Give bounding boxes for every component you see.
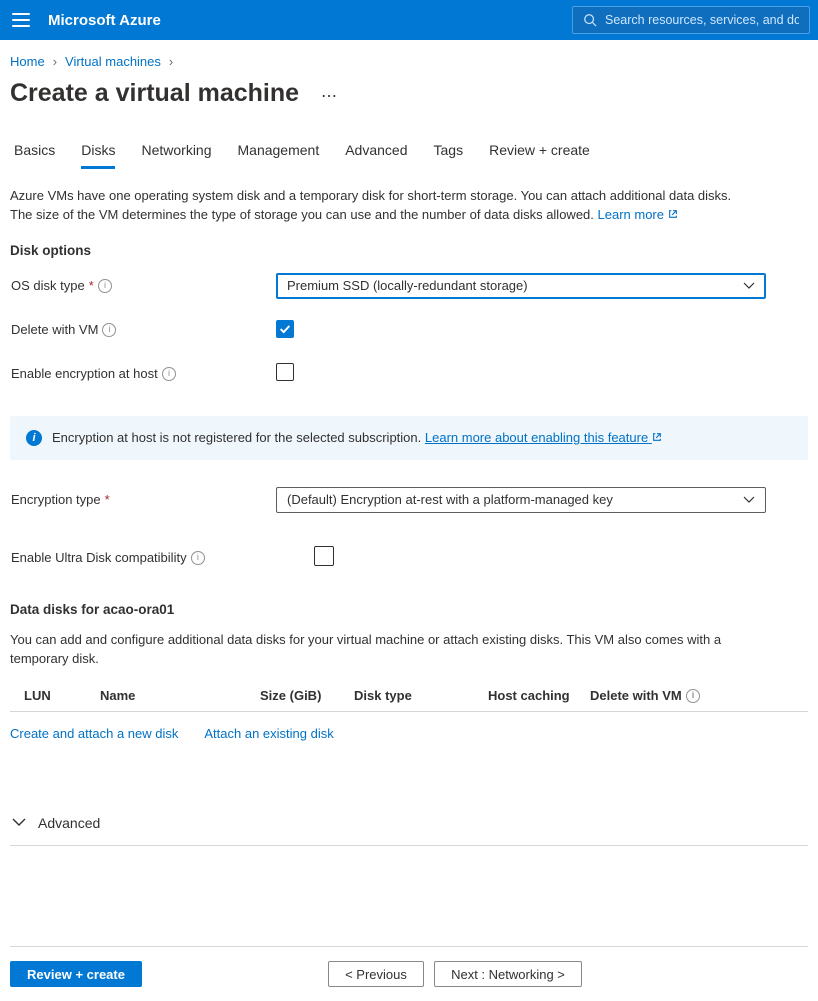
chevron-down-icon <box>12 818 26 828</box>
info-icon[interactable]: i <box>162 367 176 381</box>
wizard-footer: Review + create < Previous Next : Networ… <box>10 946 808 1001</box>
info-icon[interactable]: i <box>102 323 116 337</box>
os-disk-type-label: OS disk type * i <box>10 278 276 293</box>
learn-more-label: Learn more <box>598 207 664 222</box>
advanced-label: Advanced <box>38 815 100 831</box>
breadcrumb-home[interactable]: Home <box>10 54 45 69</box>
dropdown-value: Premium SSD (locally-redundant storage) <box>287 278 528 293</box>
breadcrumb-vms[interactable]: Virtual machines <box>65 54 161 69</box>
intro-learn-more-link[interactable]: Learn more <box>598 207 678 222</box>
tab-advanced[interactable]: Advanced <box>345 138 407 169</box>
more-actions-button[interactable]: ⋯ <box>321 83 338 105</box>
disk-actions: Create and attach a new disk Attach an e… <box>10 726 808 741</box>
intro-text: Azure VMs have one operating system disk… <box>10 187 750 225</box>
link-label: Learn more about enabling this feature <box>425 430 648 445</box>
external-link-icon <box>652 432 662 442</box>
col-delete: Delete with VM i <box>590 688 700 703</box>
info-icon[interactable]: i <box>191 551 205 565</box>
label-text: Delete with VM <box>590 688 682 703</box>
disk-options-heading: Disk options <box>10 243 808 258</box>
next-button[interactable]: Next : Networking > <box>434 961 582 987</box>
chevron-down-icon <box>743 496 755 504</box>
create-disk-link[interactable]: Create and attach a new disk <box>10 726 178 741</box>
data-disks-intro: You can add and configure additional dat… <box>10 631 750 669</box>
delete-with-vm-label: Delete with VM i <box>10 322 276 337</box>
chevron-right-icon: › <box>169 54 173 69</box>
tab-basics[interactable]: Basics <box>14 138 55 169</box>
brand-label: Microsoft Azure <box>48 12 161 29</box>
topbar: Microsoft Azure <box>0 0 818 40</box>
previous-button[interactable]: < Previous <box>328 961 424 987</box>
label-text: Encryption type <box>11 492 101 507</box>
tab-tags[interactable]: Tags <box>434 138 464 169</box>
label-text: Enable encryption at host <box>11 366 158 381</box>
ultra-disk-label: Enable Ultra Disk compatibility i <box>10 550 276 565</box>
info-icon[interactable]: i <box>98 279 112 293</box>
encryption-at-host-checkbox[interactable] <box>276 363 294 381</box>
delete-with-vm-checkbox[interactable] <box>276 320 294 338</box>
global-search-input[interactable] <box>572 6 810 34</box>
encryption-type-row: Encryption type * (Default) Encryption a… <box>10 486 808 514</box>
data-disks-table-header: LUN Name Size (GiB) Disk type Host cachi… <box>10 680 808 712</box>
data-disks-heading: Data disks for acao-ora01 <box>10 602 808 617</box>
encryption-host-banner: i Encryption at host is not registered f… <box>10 416 808 460</box>
search-field[interactable] <box>605 13 799 27</box>
tab-review-create[interactable]: Review + create <box>489 138 590 169</box>
tab-networking[interactable]: Networking <box>141 138 211 169</box>
content-area: Home › Virtual machines › Create a virtu… <box>0 40 818 1001</box>
breadcrumb: Home › Virtual machines › <box>10 54 808 69</box>
ultra-disk-checkbox[interactable] <box>314 546 334 566</box>
banner-text: Encryption at host is not registered for… <box>52 430 662 445</box>
required-asterisk: * <box>105 492 110 507</box>
delete-with-vm-row: Delete with VM i <box>10 316 808 344</box>
info-icon[interactable]: i <box>686 689 700 703</box>
banner-body: Encryption at host is not registered for… <box>52 430 421 445</box>
external-link-icon <box>668 209 678 219</box>
advanced-section-toggle[interactable]: Advanced <box>10 801 808 846</box>
encryption-at-host-row: Enable encryption at host i <box>10 360 808 388</box>
chevron-right-icon: › <box>53 54 57 69</box>
col-name: Name <box>100 688 260 703</box>
hamburger-menu-icon[interactable] <box>12 13 30 27</box>
col-cache: Host caching <box>488 688 590 703</box>
data-disks-section: Data disks for acao-ora01 You can add an… <box>10 602 808 742</box>
search-icon <box>583 13 597 27</box>
tab-management[interactable]: Management <box>238 138 320 169</box>
page-title-row: Create a virtual machine ⋯ <box>10 79 808 108</box>
review-create-button[interactable]: Review + create <box>10 961 142 987</box>
os-disk-type-row: OS disk type * i Premium SSD (locally-re… <box>10 272 808 300</box>
dropdown-value: (Default) Encryption at-rest with a plat… <box>287 492 613 507</box>
os-disk-type-dropdown[interactable]: Premium SSD (locally-redundant storage) <box>276 273 766 299</box>
encryption-at-host-label: Enable encryption at host i <box>10 366 276 381</box>
required-asterisk: * <box>89 278 94 293</box>
attach-disk-link[interactable]: Attach an existing disk <box>204 726 333 741</box>
tab-disks[interactable]: Disks <box>81 138 115 169</box>
col-type: Disk type <box>354 688 488 703</box>
encryption-type-dropdown[interactable]: (Default) Encryption at-rest with a plat… <box>276 487 766 513</box>
label-text: OS disk type <box>11 278 85 293</box>
col-size: Size (GiB) <box>260 688 354 703</box>
encryption-type-label: Encryption type * <box>10 492 276 507</box>
ultra-disk-row: Enable Ultra Disk compatibility i <box>10 544 808 572</box>
page-title: Create a virtual machine <box>10 79 299 108</box>
col-lun: LUN <box>24 688 100 703</box>
label-text: Enable Ultra Disk compatibility <box>11 550 187 565</box>
tabs: Basics Disks Networking Management Advan… <box>14 138 808 169</box>
chevron-down-icon <box>743 282 755 290</box>
banner-learn-more-link[interactable]: Learn more about enabling this feature <box>425 430 662 445</box>
info-icon: i <box>26 430 42 446</box>
label-text: Delete with VM <box>11 322 98 337</box>
